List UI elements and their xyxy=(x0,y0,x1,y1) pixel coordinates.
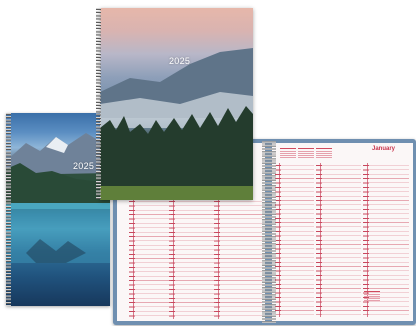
misty-forest-photo-icon xyxy=(100,48,253,200)
pink-mountain-calendar: 2025 xyxy=(100,8,253,200)
day-lines xyxy=(322,165,361,315)
mini-calendar xyxy=(298,148,314,159)
mini-calendar xyxy=(316,148,332,159)
day-lines xyxy=(281,165,314,315)
blue-lake-calendar: 2025 xyxy=(6,113,110,306)
calendar-spiral-binding xyxy=(6,113,11,306)
mini-calendar xyxy=(364,291,380,302)
day-lines xyxy=(135,201,171,317)
calendar-spiral-binding xyxy=(96,8,101,200)
day-lines xyxy=(175,201,216,317)
day-lines xyxy=(220,201,262,317)
mountain-lake-photo-icon xyxy=(6,133,110,263)
calendar-year-label: 2025 xyxy=(169,56,191,66)
planner-spiral-binding xyxy=(262,141,276,323)
mini-calendar xyxy=(280,148,296,159)
planner-month-title: January xyxy=(372,146,396,152)
planner-right-page xyxy=(272,143,413,321)
calendar-year-label: 2025 xyxy=(73,161,95,171)
